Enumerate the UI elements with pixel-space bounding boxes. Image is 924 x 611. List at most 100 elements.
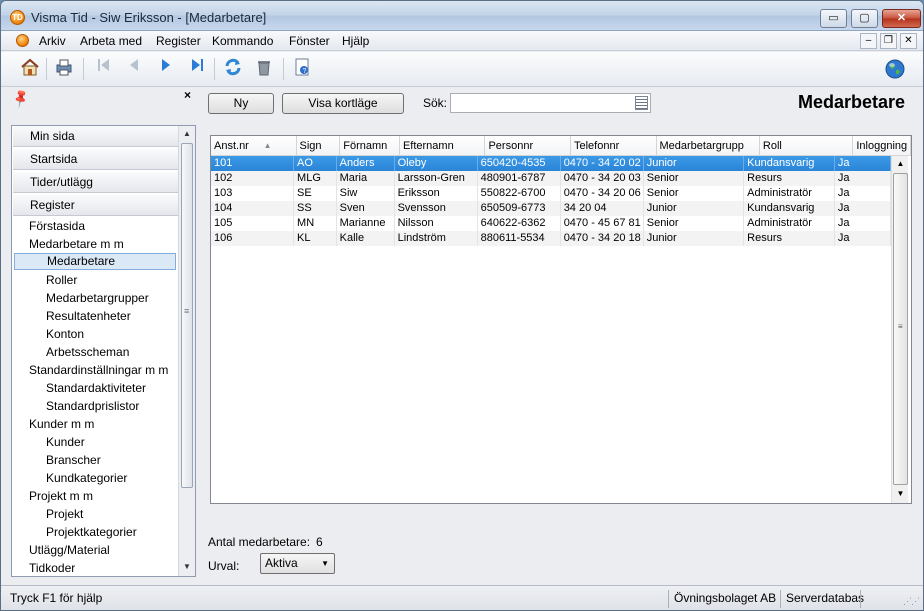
nav-section-min-sida[interactable]: Min sida — [13, 126, 178, 147]
nav-item-kunder[interactable]: Kunder — [46, 434, 85, 451]
help-icon[interactable]: ? — [289, 57, 315, 81]
table-row[interactable]: 105 MN Marianne Nilsson 640622-6362 0470 - 45… — [211, 216, 891, 231]
col-telefonnr-header[interactable]: Telefonnr — [570, 136, 657, 156]
table-row[interactable]: 104 SS Sven Svensson 650509-6773 34 20 04 Juni… — [211, 201, 891, 216]
col-personnr-cell: 650420-4535 — [478, 156, 561, 171]
col-efternamn-header[interactable]: Efternamn — [399, 136, 486, 156]
col-roll-cell: Resurs — [744, 231, 835, 246]
table-scroll-thumb[interactable]: ≡ — [893, 173, 908, 485]
nav-item-utlagg-material[interactable]: Utlägg/Material — [29, 542, 110, 559]
col-personnr-header[interactable]: Personnr — [485, 136, 571, 156]
col-anst-nr-cell: 103 — [211, 186, 295, 201]
nav-item-arbetsscheman[interactable]: Arbetsscheman — [46, 344, 129, 361]
first-record-icon[interactable] — [91, 57, 117, 81]
table-header: Anst.nr ▲ Sign Förnamn Efternamn Personnr Tele… — [211, 136, 911, 156]
nav-item-projekt-mm[interactable]: Projekt m m — [29, 488, 93, 505]
nav-item-forstasida[interactable]: Förstasida — [29, 218, 85, 235]
menu-register[interactable]: Register — [156, 34, 201, 48]
mdi-restore-button[interactable]: ❐ — [880, 33, 897, 49]
nav-item-kundkategorier[interactable]: Kundkategorier — [46, 470, 127, 487]
card-view-button[interactable]: Visa kortläge — [282, 93, 404, 114]
close-button[interactable]: ✕ — [882, 9, 921, 28]
search-list-icon[interactable] — [635, 96, 648, 110]
nav-item-standardinstallningar-mm[interactable]: Standardinställningar m m — [29, 362, 168, 379]
nav-item-standardprislistor[interactable]: Standardprislistor — [46, 398, 139, 415]
nav-scroll-thumb[interactable]: ≡ — [181, 143, 193, 488]
col-medarbetargrupp-cell: Junior — [644, 231, 745, 246]
table-row[interactable]: 101 AO Anders Oleby 650420-4535 0470 - 34 20 … — [211, 156, 891, 171]
table-row[interactable]: 102 MLG Maria Larsson-Gren 480901-6787 0470 -… — [211, 171, 891, 186]
print-icon[interactable] — [51, 57, 77, 81]
resize-grip-icon[interactable]: ⋰⋰ — [903, 596, 920, 607]
col-fornamn-header[interactable]: Förnamn — [340, 136, 400, 156]
next-record-icon[interactable] — [153, 57, 179, 81]
globe-icon[interactable] — [884, 58, 906, 83]
col-fornamn-cell: Marianne — [337, 216, 395, 231]
menu-arbeta-med[interactable]: Arbeta med — [80, 34, 142, 48]
col-inloggning-cell: Ja — [835, 231, 891, 246]
nav-item-tidkoder[interactable]: Tidkoder — [29, 560, 75, 576]
nav-item-standardaktiviteter[interactable]: Standardaktiviteter — [46, 380, 146, 397]
panel-close-icon[interactable]: × — [184, 88, 191, 102]
minimize-button[interactable]: ▭ — [820, 9, 847, 28]
table-scroll-down-icon[interactable]: ▼ — [892, 486, 909, 502]
status-database: Serverdatabas — [786, 591, 865, 605]
nav-item-medarbetargrupper[interactable]: Medarbetargrupper — [46, 290, 149, 307]
col-sign-header[interactable]: Sign — [296, 136, 341, 156]
nav-item-branscher[interactable]: Branscher — [46, 452, 101, 469]
refresh-icon[interactable] — [220, 57, 246, 81]
nav-section-register[interactable]: Register — [13, 195, 178, 216]
col-efternamn-cell: Svensson — [395, 201, 478, 216]
status-help-text: Tryck F1 för hjälp — [10, 591, 103, 605]
column-header-label: Anst.nr — [214, 140, 249, 152]
scroll-down-arrow-icon[interactable]: ▼ — [179, 559, 195, 575]
filter-select[interactable]: Aktiva ▼ — [260, 553, 335, 574]
col-inloggning-header[interactable]: Inloggning — [853, 136, 911, 156]
scroll-up-arrow-icon[interactable]: ▲ — [179, 126, 195, 142]
last-record-icon[interactable] — [184, 57, 210, 81]
new-button[interactable]: Ny — [208, 93, 274, 114]
col-roll-cell: Administratör — [744, 216, 835, 231]
col-anst-nr-cell: 106 — [211, 231, 295, 246]
table-row[interactable]: 106 KL Kalle Lindström 880611-5534 0470 - 34 … — [211, 231, 891, 246]
col-roll-header[interactable]: Roll — [759, 136, 854, 156]
mdi-minimize-button[interactable]: – — [860, 33, 877, 49]
col-medarbetargrupp-cell: Senior — [644, 186, 745, 201]
chevron-down-icon: ▼ — [321, 559, 329, 568]
table-row[interactable]: 103 SE Siw Eriksson 550822-6700 0470 - 34 20 … — [211, 186, 891, 201]
nav-scrollbar[interactable]: ▲ ≡ ▼ — [178, 126, 195, 576]
col-efternamn-cell: Eriksson — [395, 186, 478, 201]
col-anst-nr-cell: 101 — [211, 156, 295, 171]
nav-item-projekt[interactable]: Projekt — [46, 506, 83, 523]
document-menu-icon[interactable] — [16, 34, 29, 47]
col-sign-cell: MLG — [294, 171, 337, 186]
col-medarbetargrupp-header[interactable]: Medarbetargrupp — [656, 136, 760, 156]
search-input[interactable] — [450, 93, 651, 113]
column-header-label: Sign — [299, 140, 322, 152]
nav-item-medarbetare-mm[interactable]: Medarbetare m m — [29, 236, 124, 253]
home-icon[interactable] — [17, 57, 43, 81]
nav-section-tider-utlagg[interactable]: Tider/utlägg — [13, 172, 178, 193]
menu-arkiv[interactable]: Arkiv — [39, 34, 66, 48]
menu-kommando[interactable]: Kommando — [212, 34, 273, 48]
nav-section-startsida[interactable]: Startsida — [13, 149, 178, 170]
maximize-button[interactable]: ▢ — [851, 9, 878, 28]
mdi-close-button[interactable]: ✕ — [900, 33, 917, 49]
pin-icon[interactable]: 📌 — [10, 88, 32, 110]
table-scroll-up-icon[interactable]: ▲ — [892, 156, 909, 172]
col-sign-cell: MN — [294, 216, 337, 231]
menu-bar: Arkiv Arbeta med Register Kommando Fönst… — [1, 31, 923, 51]
nav-item-kunder-mm[interactable]: Kunder m m — [29, 416, 94, 433]
nav-item-resultatenheter[interactable]: Resultatenheter — [46, 308, 131, 325]
menu-hjalp[interactable]: Hjälp — [342, 34, 369, 48]
nav-item-projektkategorier[interactable]: Projektkategorier — [46, 524, 137, 541]
table-scrollbar[interactable]: ▲ ≡ ▼ — [891, 156, 908, 503]
col-anst-nr-header[interactable]: Anst.nr ▲ — [211, 136, 297, 156]
previous-record-icon[interactable] — [121, 57, 147, 81]
delete-icon[interactable] — [251, 57, 277, 81]
nav-item-roller[interactable]: Roller — [46, 272, 77, 289]
nav-item-medarbetare[interactable]: Medarbetare — [14, 253, 176, 270]
col-inloggning-cell: Ja — [835, 201, 891, 216]
menu-fonster[interactable]: Fönster — [289, 34, 330, 48]
nav-item-konton[interactable]: Konton — [46, 326, 84, 343]
